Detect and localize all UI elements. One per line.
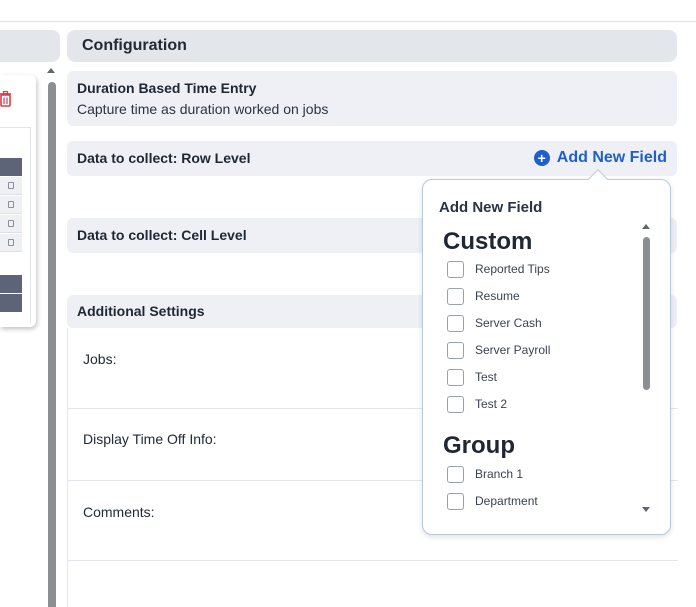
checkbox[interactable]: [447, 314, 464, 332]
checkbox[interactable]: [447, 465, 464, 483]
checkbox[interactable]: [447, 260, 464, 278]
left-table-row[interactable]: [0, 215, 22, 233]
scroll-up-arrow-icon[interactable]: [642, 224, 650, 229]
popup-title: Add New Field: [439, 199, 543, 216]
additional-settings-title: Additional Settings: [77, 303, 205, 319]
left-table-header: [0, 158, 22, 176]
duration-title: Duration Based Time Entry: [77, 80, 257, 96]
popup-scrollbar-thumb[interactable]: [643, 237, 650, 390]
option-resume[interactable]: Resume: [447, 287, 520, 305]
option-label: Server Payroll: [475, 343, 551, 357]
option-label: Branch 1: [475, 467, 524, 481]
plus-circle-icon: +: [533, 150, 550, 166]
option-label: Test 2: [475, 397, 508, 411]
option-label: Department: [475, 494, 538, 508]
trash-icon[interactable]: [0, 91, 12, 107]
lock-icon: [8, 220, 14, 227]
left-table-row[interactable]: [0, 177, 22, 195]
checkbox[interactable]: [447, 287, 464, 305]
option-reported-tips[interactable]: Reported Tips: [447, 260, 550, 278]
option-label: Resume: [475, 289, 520, 303]
checkbox[interactable]: [447, 368, 464, 386]
left-table-row[interactable]: [0, 234, 22, 252]
option-branch-1[interactable]: Branch 1: [447, 465, 523, 483]
lock-icon: [8, 239, 14, 246]
left-panel-header: [0, 30, 60, 62]
checkbox[interactable]: [447, 341, 464, 359]
row-level-title: Data to collect: Row Level: [77, 150, 251, 166]
custom-group-title: Custom: [443, 228, 533, 255]
group-group-title: Group: [443, 432, 515, 459]
option-server-payroll[interactable]: Server Payroll: [447, 341, 550, 359]
left-scrollbar[interactable]: [48, 82, 56, 607]
lock-icon: [8, 182, 14, 189]
option-label: Test: [475, 370, 498, 384]
add-new-field-popup: Add New Field Custom Reported Tips Resum…: [422, 169, 671, 535]
option-label: Server Cash: [475, 316, 542, 330]
option-test-2[interactable]: Test 2: [447, 395, 507, 413]
left-table-footer-bar: [0, 275, 22, 293]
add-new-field-button[interactable]: + Add New Field: [533, 149, 667, 167]
option-department[interactable]: Department: [447, 492, 538, 510]
duration-description: Capture time as duration worked on jobs: [77, 101, 329, 117]
configuration-header: Configuration: [67, 30, 677, 62]
row-level-section: Data to collect: Row Level + Add New Fie…: [67, 141, 677, 176]
left-table-footer-bar: [0, 294, 22, 312]
add-new-field-label: Add New Field: [556, 149, 667, 166]
scroll-up-arrow-icon[interactable]: [47, 68, 55, 73]
checkbox[interactable]: [447, 492, 464, 510]
duration-entry-section: Duration Based Time Entry Capture time a…: [67, 71, 677, 126]
cell-level-title: Data to collect: Cell Level: [77, 227, 247, 243]
lock-icon: [8, 201, 14, 208]
checkbox[interactable]: [447, 395, 464, 413]
option-server-cash[interactable]: Server Cash: [447, 314, 542, 332]
top-divider: [0, 21, 696, 22]
option-test[interactable]: Test: [447, 368, 497, 386]
scroll-down-arrow-icon[interactable]: [642, 507, 650, 512]
left-table-row[interactable]: [0, 196, 22, 214]
option-label: Reported Tips: [475, 262, 550, 276]
